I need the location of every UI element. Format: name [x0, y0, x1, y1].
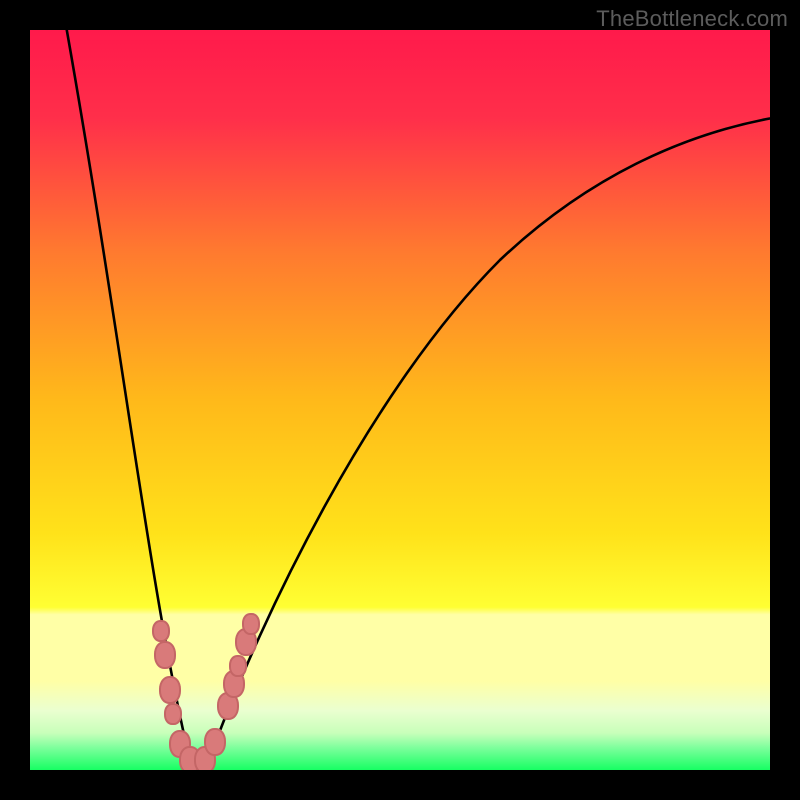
marker: [154, 641, 176, 669]
marker: [204, 728, 226, 756]
plot-area: [30, 30, 770, 770]
chart-frame: TheBottleneck.com: [0, 0, 800, 800]
marker: [152, 620, 170, 642]
marker: [164, 703, 182, 725]
marker: [159, 676, 181, 704]
marker: [229, 655, 247, 677]
bottleneck-curve: [30, 30, 770, 770]
marker: [242, 613, 260, 635]
watermark-text: TheBottleneck.com: [596, 6, 788, 32]
